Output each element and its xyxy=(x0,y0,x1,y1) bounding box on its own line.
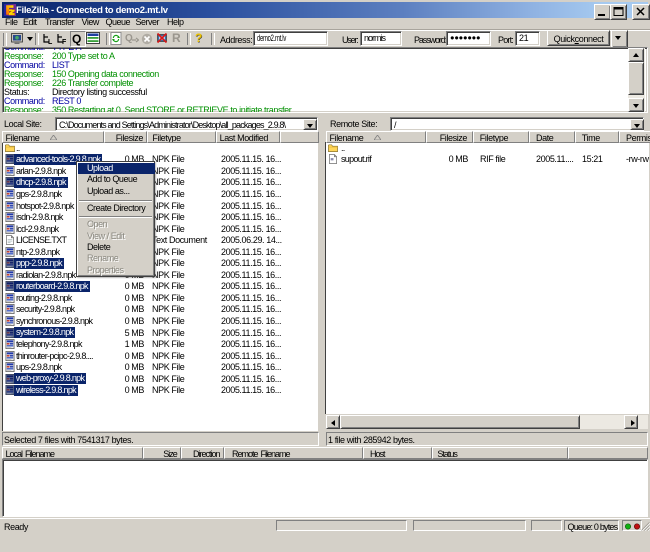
svg-text:L: L xyxy=(48,39,53,44)
svg-text:F: F xyxy=(62,39,67,44)
